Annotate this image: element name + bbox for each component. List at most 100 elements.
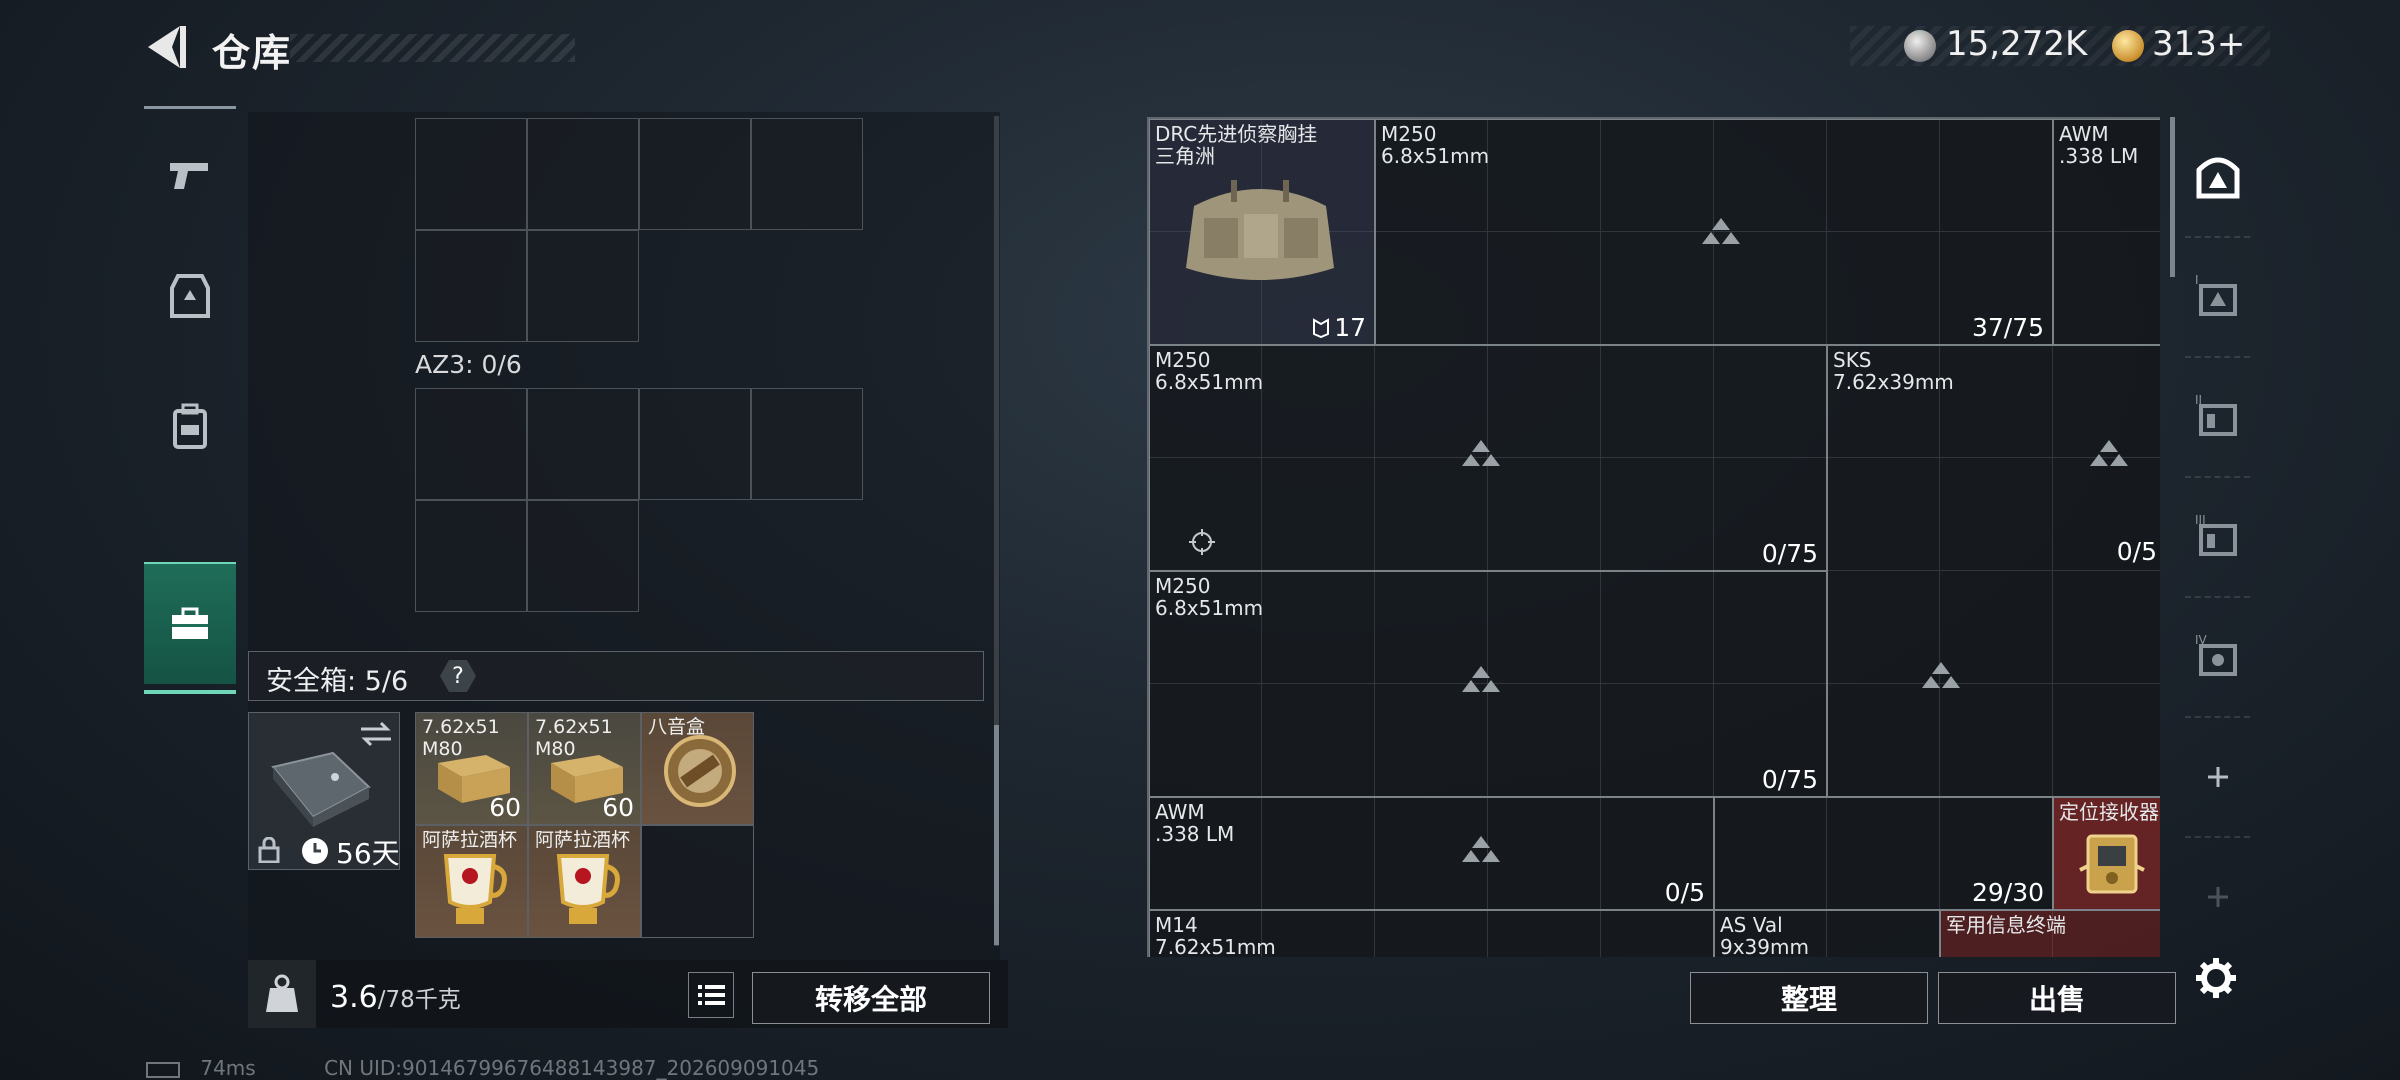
add-stash-page-button[interactable] <box>2185 718 2250 838</box>
lock-icon <box>258 837 280 863</box>
weight-icon <box>266 974 298 1012</box>
nav-backpack[interactable] <box>144 366 236 486</box>
silver-currency-value: 15,272K <box>1946 24 2088 64</box>
container-grid-az3 <box>415 388 867 616</box>
gold-coin-icon <box>2112 30 2144 62</box>
item-ammo-count: 0/5 <box>1664 878 1705 907</box>
grid-slot[interactable] <box>751 388 863 500</box>
sort-button[interactable]: 整理 <box>1690 972 1928 1024</box>
nav-safebox[interactable] <box>144 562 236 694</box>
crosshair-icon <box>1189 529 1215 555</box>
grid-slot[interactable] <box>415 388 527 500</box>
pistol-icon <box>170 163 208 189</box>
nav-helmet[interactable] <box>144 236 236 356</box>
safebox-items-grid: 7.62x51 M80 60 7.62x51 M80 60 八音盒 阿萨拉酒杯 <box>415 712 755 938</box>
item-music-box[interactable]: 八音盒 <box>641 712 754 825</box>
item-durability: 17 <box>1334 313 1366 342</box>
backpack-icon <box>173 403 207 449</box>
item-ammo-box[interactable]: 7.62x51 M80 60 <box>528 712 641 825</box>
item-name: AWM .338 LM <box>1155 800 1235 846</box>
stash-item-weapon[interactable]: SKS 7.62x39mm 0/5 <box>1827 345 2160 797</box>
stash-item-weapon[interactable]: M250 6.8x51mm 0/75 <box>1149 345 1827 571</box>
item-name: M250 6.8x51mm <box>1155 574 1264 620</box>
sell-button[interactable]: 出售 <box>1938 972 2176 1024</box>
back-arrow-icon[interactable] <box>140 22 190 72</box>
item-name: 阿萨拉酒杯 <box>422 829 518 851</box>
item-name: DRC先进侦察胸挂 三角洲 <box>1155 122 1318 168</box>
list-view-button[interactable] <box>688 972 734 1018</box>
stash-page-nav: I II III IV <box>2185 118 2250 958</box>
goblet-icon <box>556 854 620 924</box>
user-uid: CN UID:90146799676488143987_202609091045 <box>324 1056 820 1080</box>
stash-page-1[interactable]: I <box>2185 238 2250 358</box>
item-ammo-count: 0/75 <box>1761 539 1818 568</box>
item-count: 60 <box>602 793 634 822</box>
stash-grid: DRC先进侦察胸挂 三角洲 17 M250 6.8x51mm 37/75 AWM… <box>1147 117 2160 957</box>
delta-placeholder-icon <box>2090 440 2128 466</box>
grid-slot[interactable] <box>415 118 527 230</box>
stash-item-receiver[interactable]: 定位接收器 <box>2053 797 2160 910</box>
delta-placeholder-icon <box>1462 440 1500 466</box>
stash-item-weapon[interactable]: M250 6.8x51mm 37/75 <box>1375 119 2053 345</box>
stash-item-magazine[interactable]: 29/30 <box>1714 797 2053 910</box>
stash-page-3[interactable]: III <box>2185 478 2250 598</box>
gold-currency-value[interactable]: 313+ <box>2152 24 2245 64</box>
safebox-capacity-label: 安全箱: 5/6 <box>266 666 409 697</box>
container-icon: III <box>2195 513 2237 556</box>
latency: 74ms <box>200 1056 256 1080</box>
grid-slot[interactable] <box>751 118 863 230</box>
stash-item-terminal[interactable]: 军用信息终端 <box>1940 910 2160 957</box>
grid-slot[interactable] <box>527 500 639 612</box>
item-count: 60 <box>489 793 521 822</box>
item-name: 7.62x51 M80 <box>535 716 613 760</box>
svg-text:II: II <box>2195 393 2202 407</box>
grid-slot[interactable] <box>639 388 751 500</box>
stash-item-weapon[interactable]: AWM .338 LM 0/5 <box>1149 797 1714 910</box>
equipment-nav <box>144 106 236 710</box>
container-grid-top <box>415 118 867 346</box>
stash-item-weapon[interactable]: M14 7.62x51mm <box>1149 910 1714 957</box>
stash-item-weapon[interactable]: M250 6.8x51mm 0/75 <box>1149 571 1827 797</box>
stash-item-weapon[interactable]: AS Val 9x39mm <box>1714 910 1940 957</box>
settings-gear-icon[interactable] <box>2194 956 2238 1000</box>
title-decoration <box>290 34 575 62</box>
item-goblet[interactable]: 阿萨拉酒杯 <box>415 825 528 938</box>
grid-slot[interactable] <box>639 118 751 230</box>
item-name: 阿萨拉酒杯 <box>535 829 631 851</box>
swap-icon[interactable] <box>359 721 393 747</box>
grid-slot[interactable] <box>527 230 639 342</box>
container-icon: II <box>2195 393 2237 436</box>
chest-rig-icon <box>1186 180 1334 280</box>
stash-page-4[interactable]: IV <box>2185 598 2250 718</box>
stash-page-2[interactable]: II <box>2185 358 2250 478</box>
stash-scrollbar-thumb[interactable] <box>2170 117 2175 277</box>
stash-page-home[interactable] <box>2185 118 2250 238</box>
receiver-device-icon <box>2079 834 2145 894</box>
item-name: 八音盒 <box>648 716 706 738</box>
grid-slot[interactable] <box>415 500 527 612</box>
item-name: M14 7.62x51mm <box>1155 913 1276 957</box>
left-scrollbar-thumb[interactable] <box>994 725 999 945</box>
item-name: M250 6.8x51mm <box>1381 122 1490 168</box>
carry-weight: 3.6/78千克 <box>330 980 461 1015</box>
grid-slot[interactable] <box>527 388 639 500</box>
item-name: 军用信息终端 <box>1946 913 2066 937</box>
nav-weapon[interactable] <box>144 116 236 236</box>
container-icon: IV <box>2195 633 2237 676</box>
item-ammo-box[interactable]: 7.62x51 M80 60 <box>415 712 528 825</box>
empty-slot[interactable] <box>641 825 754 938</box>
weight-icon-box <box>248 960 316 1028</box>
svg-text:I: I <box>2195 273 2199 287</box>
clock-icon <box>302 838 328 864</box>
grid-slot[interactable] <box>415 230 527 342</box>
stash-item-weapon[interactable]: AWM .338 LM <box>2053 119 2160 345</box>
item-ammo-count: 0/5 <box>2116 537 2157 566</box>
page-title: 仓库 <box>212 31 293 75</box>
grid-slot[interactable] <box>527 118 639 230</box>
delta-home-icon <box>2196 157 2239 199</box>
stash-item-chest-rig[interactable]: DRC先进侦察胸挂 三角洲 17 <box>1149 119 1375 345</box>
plus-icon <box>2207 767 2228 787</box>
item-goblet[interactable]: 阿萨拉酒杯 <box>528 825 641 938</box>
transfer-all-button[interactable]: 转移全部 <box>752 972 990 1024</box>
music-box-icon <box>664 735 736 807</box>
